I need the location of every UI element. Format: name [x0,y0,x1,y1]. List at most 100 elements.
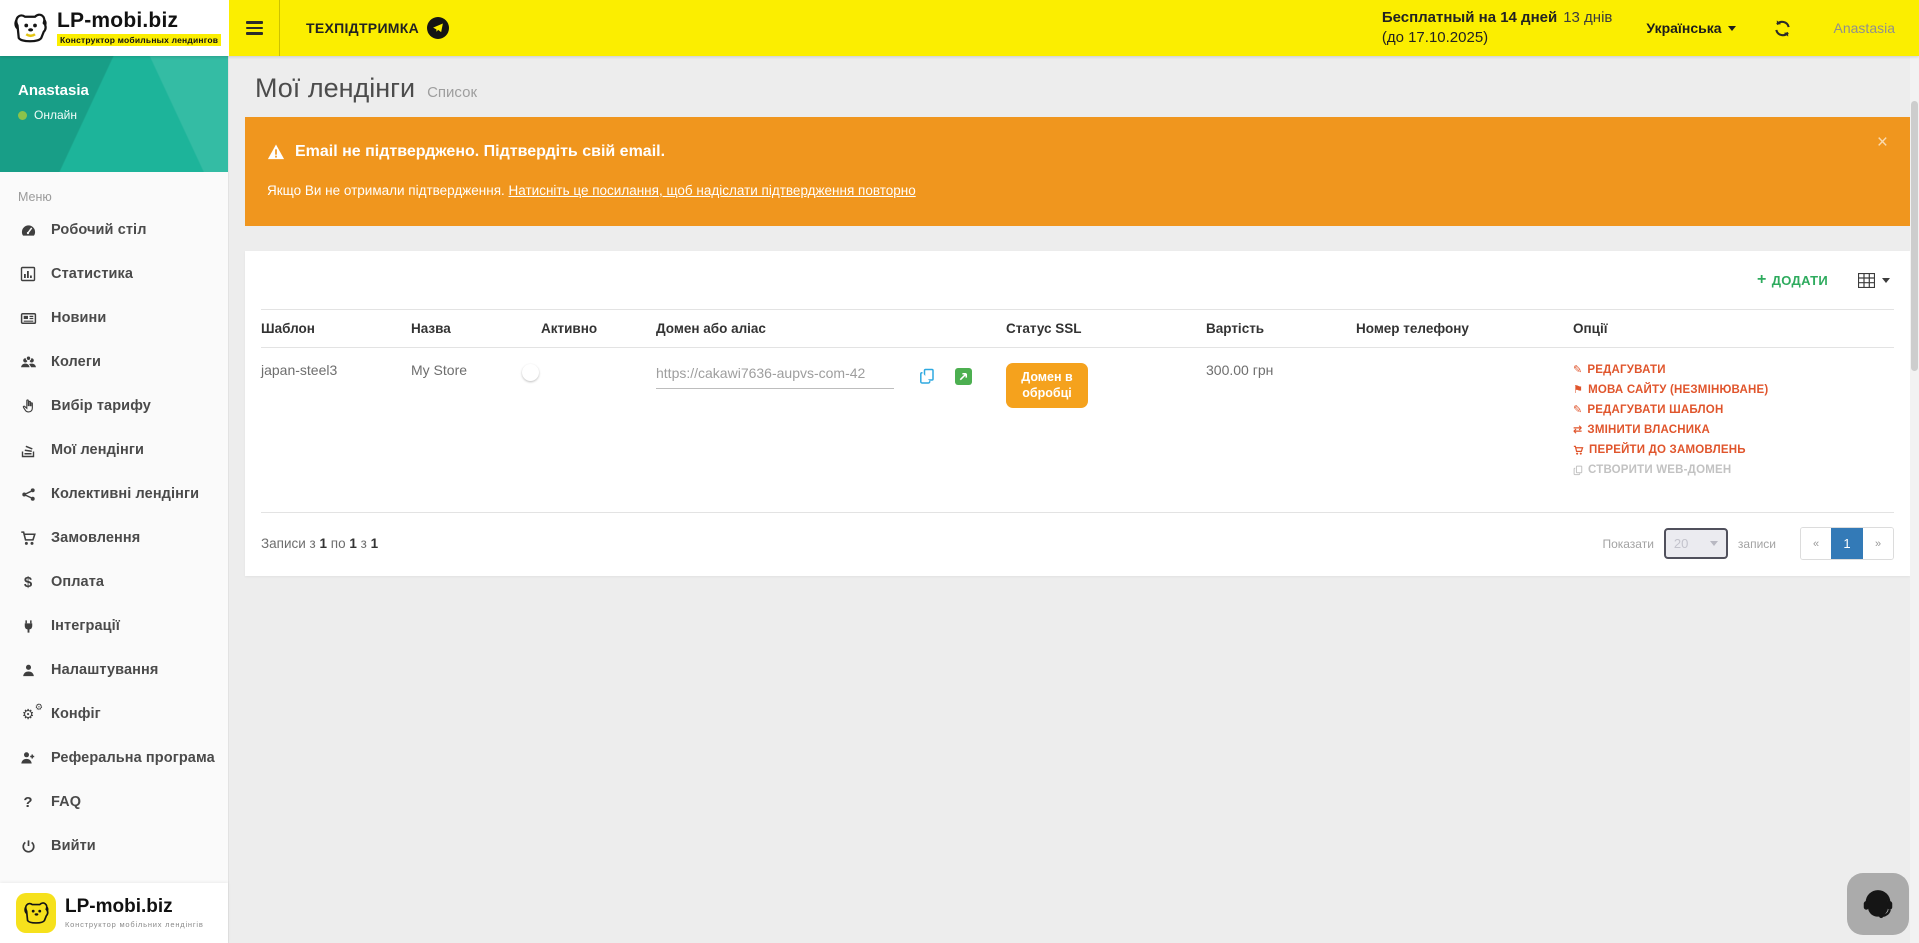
go-to-orders-link[interactable]: ПЕРЕЙТИ ДО ЗАМОВЛЕНЬ [1573,444,1894,456]
app-window: LP-mobi.biz Конструктор мобильных лендин… [0,0,1919,943]
add-landing-button[interactable]: + ДОДАТИ [1757,272,1828,288]
sidebar-item-config[interactable]: ⚙⚙ Конфіг [0,692,228,736]
page-header: Мої лендінги Список [255,73,1910,104]
open-site-button[interactable] [955,368,972,385]
sidebar-item-integrations[interactable]: Інтеграції [0,604,228,648]
share-icon [18,487,38,502]
records-label: записи [1738,537,1776,551]
sidebar-item-dashboard[interactable]: Робочий стіл [0,208,228,252]
trial-days-left: 13 днів [1563,9,1612,26]
external-link-icon [958,371,969,382]
support-chat-button[interactable] [1847,873,1909,935]
topbar-right: Бесплатный на 14 дней13 днів (до 17.10.2… [1382,0,1919,56]
option-label: СТВОРИТИ WEB-ДОМЕН [1588,464,1731,476]
sidebar-item-my-landings[interactable]: Мої лендінги [0,428,228,472]
column-header-domain: Домен або аліас [656,321,1006,336]
option-label: РЕДАГУВАТИ [1587,364,1665,376]
column-visibility-button[interactable] [1858,273,1894,288]
option-label: РЕДАГУВАТИ ШАБЛОН [1587,404,1723,416]
brand-logo[interactable]: LP-mobi.biz Конструктор мобильных лендин… [0,0,229,56]
tech-support-link[interactable]: ТЕХПІДТРИМКА [280,0,475,56]
option-label: ЗМІНИТИ ВЛАСНИКА [1587,424,1710,436]
sidebar-item-logout[interactable]: Вийти [0,824,228,868]
online-status-dot [18,111,27,120]
sidebar-item-orders[interactable]: Замовлення [0,516,228,560]
sidebar-item-tariff[interactable]: Вибір тарифу [0,384,228,428]
trial-info: Бесплатный на 14 дней13 днів (до 17.10.2… [1382,8,1627,49]
username-label: Anastasia [1834,20,1895,36]
newspaper-icon [18,310,38,327]
sidebar-item-label: Інтеграції [51,618,120,634]
sidebar-item-label: Вийти [51,838,96,854]
sidebar-item-label: Реферальна програма [51,750,215,766]
copy-icon[interactable] [919,368,935,388]
refresh-button[interactable] [1757,19,1809,38]
edit-link[interactable]: ✎ РЕДАГУВАТИ [1573,364,1894,376]
table-footer: Записи з 1 по 1 з 1 Показати 20 записи «… [261,513,1894,576]
hamburger-menu-button[interactable] [229,0,279,56]
sidebar-item-faq[interactable]: ? FAQ [0,780,228,824]
page-title: Мої лендінги [255,73,415,104]
brand-name: LP-mobi.biz [57,10,221,32]
table-row: japan-steel3 My Store https://cakawi7636… [261,348,1894,513]
brand-name: LP-mobi.biz [65,897,204,918]
column-header-price: Вартість [1206,321,1356,336]
sidebar-item-label: Робочий стіл [51,222,147,238]
add-landing-label: ДОДАТИ [1772,273,1828,288]
column-header-template: Шаблон [261,321,411,336]
question-icon: ? [18,794,38,811]
change-owner-link[interactable]: ⇄ ЗМІНИТИ ВЛАСНИКА [1573,424,1894,436]
edit-icon: ✎ [1573,365,1582,376]
sidebar-footer-logo[interactable]: LP-mobi.biz Конструктор мобільних лендін… [0,883,228,943]
warning-icon [267,144,285,160]
exchange-icon: ⇄ [1573,425,1582,436]
sidebar-item-referral[interactable]: Реферальна програма [0,736,228,780]
page-size-select[interactable]: 20 [1664,528,1728,559]
sidebar-item-label: FAQ [51,794,81,810]
user-menu[interactable]: Anastasia [1810,20,1919,36]
sidebar-item-label: Оплата [51,574,104,590]
dog-mascot-icon [16,893,56,933]
sidebar-profile: Anastasia Онлайн [0,56,228,172]
cell-domain: https://cakawi7636-aupvs-com-42 [656,362,1006,389]
sidebar-item-collective-landings[interactable]: Колективні лендінги [0,472,228,516]
resend-confirmation-link[interactable]: Натисніть це посилання, щоб надіслати пі… [509,183,916,198]
chevron-down-icon [1728,26,1736,31]
cell-options: ✎ РЕДАГУВАТИ ⚑ МОВА САЙТУ (НЕЗМІНЮВАНЕ) … [1573,362,1894,476]
show-label: Показати [1602,537,1653,551]
dog-mascot-icon [10,8,50,48]
language-selector[interactable]: Українська [1626,20,1755,36]
power-icon [18,839,38,854]
sidebar-item-payment[interactable]: $ Оплата [0,560,228,604]
online-status-label: Онлайн [34,108,77,122]
chevron-down-icon [1882,278,1890,283]
create-web-domain-link: СТВОРИТИ WEB-ДОМЕН [1573,464,1894,476]
bar-chart-icon [18,266,38,282]
chevron-down-icon [1710,541,1718,546]
domain-input[interactable]: https://cakawi7636-aupvs-com-42 [656,362,894,389]
sidebar-item-label: Колеги [51,354,101,370]
plus-icon: + [1757,272,1767,288]
hand-pointer-icon [18,399,38,414]
sidebar-item-statistics[interactable]: Статистика [0,252,228,296]
sidebar-item-colleagues[interactable]: Колеги [0,340,228,384]
sidebar-item-label: Новини [51,310,106,326]
vertical-scrollbar[interactable] [1910,56,1919,943]
gears-icon: ⚙⚙ [18,707,38,721]
next-page-button[interactable]: » [1863,528,1893,559]
site-language-link[interactable]: ⚑ МОВА САЙТУ (НЕЗМІНЮВАНЕ) [1573,384,1894,396]
page-size-value: 20 [1674,536,1688,551]
sidebar-item-settings[interactable]: Налаштування [0,648,228,692]
grid-icon [1858,273,1875,288]
close-icon[interactable]: × [1877,133,1888,152]
stack-icon [18,442,38,458]
sidebar-item-label: Конфіг [51,706,101,722]
sidebar-item-news[interactable]: Новини [0,296,228,340]
sidebar-item-label: Колективні лендінги [51,486,199,502]
prev-page-button[interactable]: « [1801,528,1831,559]
edit-template-link[interactable]: ✎ РЕДАГУВАТИ ШАБЛОН [1573,404,1894,416]
page-1-button[interactable]: 1 [1831,528,1863,559]
column-header-ssl: Статус SSL [1006,321,1206,336]
scrollbar-thumb[interactable] [1911,101,1918,371]
email-warning-banner: Email не підтверджено. Підтвердіть свій … [245,117,1910,226]
